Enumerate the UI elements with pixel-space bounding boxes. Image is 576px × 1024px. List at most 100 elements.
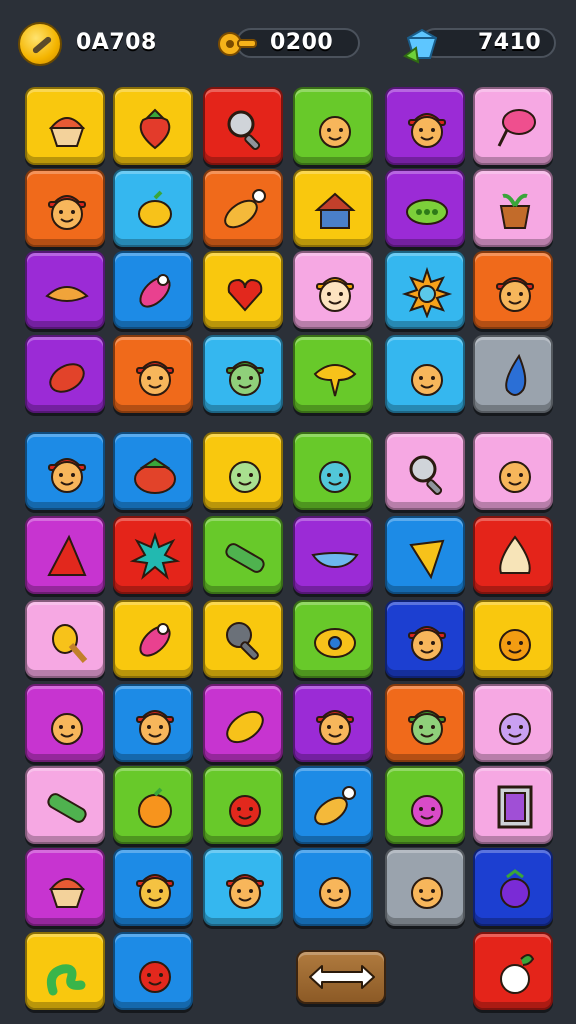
cupcake-icon <box>48 878 86 908</box>
game-tile[interactable] <box>473 932 553 1010</box>
game-tile[interactable] <box>203 766 283 844</box>
game-tile[interactable] <box>473 335 553 413</box>
monster-icon <box>229 795 261 827</box>
leaf-brush-icon <box>224 189 266 229</box>
game-tile[interactable] <box>293 848 373 926</box>
game-tile[interactable] <box>385 516 465 594</box>
game-tile[interactable] <box>293 87 373 165</box>
sun-icon <box>401 266 453 318</box>
game-tile[interactable] <box>203 600 283 678</box>
game-tile[interactable] <box>385 169 465 247</box>
game-tile[interactable] <box>113 87 193 165</box>
face-hat-icon <box>136 361 174 396</box>
game-tile[interactable] <box>293 432 373 510</box>
game-tile[interactable] <box>25 87 105 165</box>
game-tile[interactable] <box>473 169 553 247</box>
wrench-icon <box>226 622 259 660</box>
berry-icon <box>500 869 530 908</box>
game-tile[interactable] <box>293 600 373 678</box>
game-tile[interactable] <box>25 169 105 247</box>
game-tile[interactable] <box>293 516 373 594</box>
frame-icon <box>497 785 533 829</box>
game-tile[interactable] <box>385 87 465 165</box>
zombie-hat-icon <box>226 361 264 396</box>
game-tile[interactable] <box>293 766 373 844</box>
game-tile[interactable] <box>203 251 283 329</box>
face-hat-icon <box>226 874 264 909</box>
game-tile[interactable] <box>113 432 193 510</box>
game-tile[interactable] <box>25 766 105 844</box>
face-icon <box>499 461 531 493</box>
zombie-icon <box>229 461 261 493</box>
orange-face-icon <box>499 629 531 661</box>
game-tile[interactable] <box>203 87 283 165</box>
game-tile[interactable] <box>385 251 465 329</box>
game-tile[interactable] <box>385 766 465 844</box>
game-tile[interactable] <box>385 848 465 926</box>
tube-icon <box>225 543 265 573</box>
game-tile[interactable] <box>25 251 105 329</box>
game-tile[interactable] <box>25 932 105 1010</box>
game-tile[interactable] <box>113 932 193 1010</box>
game-tile[interactable] <box>473 766 553 844</box>
radish-face-icon <box>499 713 531 745</box>
tile-grid <box>0 0 576 1024</box>
game-tile[interactable] <box>113 335 193 413</box>
game-tile[interactable] <box>25 432 105 510</box>
face-hat-icon <box>136 710 174 745</box>
game-tile[interactable] <box>113 251 193 329</box>
game-tile[interactable] <box>113 169 193 247</box>
game-tile[interactable] <box>293 335 373 413</box>
cupcake-icon <box>48 117 86 147</box>
game-tile[interactable] <box>385 684 465 762</box>
rocket-icon <box>139 274 171 308</box>
face-hardhat-icon <box>316 277 354 312</box>
lemon-icon <box>138 190 172 228</box>
game-tile[interactable] <box>473 87 553 165</box>
game-tile[interactable] <box>385 600 465 678</box>
speech-bubble-icon <box>313 364 357 397</box>
game-tile[interactable] <box>473 251 553 329</box>
game-tile[interactable] <box>25 516 105 594</box>
game-tile[interactable] <box>203 335 283 413</box>
game-tile[interactable] <box>203 169 283 247</box>
game-tile[interactable] <box>293 169 373 247</box>
face-icon <box>319 877 351 909</box>
leaf-brush-icon <box>314 786 356 826</box>
game-tile[interactable] <box>203 432 283 510</box>
onion-icon <box>499 535 531 574</box>
face-hat-icon <box>316 710 354 745</box>
face-icon <box>411 364 443 396</box>
double-arrow-icon <box>309 965 375 989</box>
game-tile[interactable] <box>113 600 193 678</box>
game-tile[interactable] <box>25 335 105 413</box>
bunny-icon <box>500 954 535 994</box>
strawberry-icon <box>139 108 171 150</box>
game-tile[interactable] <box>473 516 553 594</box>
game-tile[interactable] <box>473 848 553 926</box>
game-tile[interactable] <box>113 684 193 762</box>
splat-icon <box>129 531 181 580</box>
game-tile[interactable] <box>203 684 283 762</box>
game-tile[interactable] <box>203 516 283 594</box>
game-tile[interactable] <box>25 684 105 762</box>
game-tile[interactable] <box>293 684 373 762</box>
game-tile[interactable] <box>473 684 553 762</box>
face-icon <box>51 713 83 745</box>
game-tile[interactable] <box>385 432 465 510</box>
alien-icon <box>319 461 351 493</box>
game-tile[interactable] <box>203 848 283 926</box>
game-tile[interactable] <box>473 432 553 510</box>
game-tile[interactable] <box>113 766 193 844</box>
game-tile[interactable] <box>293 251 373 329</box>
game-tile[interactable] <box>25 848 105 926</box>
game-tile[interactable] <box>113 516 193 594</box>
taco-icon <box>45 286 89 302</box>
game-tile[interactable] <box>25 600 105 678</box>
face-hat-icon <box>48 458 86 493</box>
swap-arrow-button[interactable] <box>296 950 386 1004</box>
game-tile[interactable] <box>113 848 193 926</box>
orange-fruit-icon <box>138 787 172 828</box>
game-tile[interactable] <box>473 600 553 678</box>
game-tile[interactable] <box>385 335 465 413</box>
